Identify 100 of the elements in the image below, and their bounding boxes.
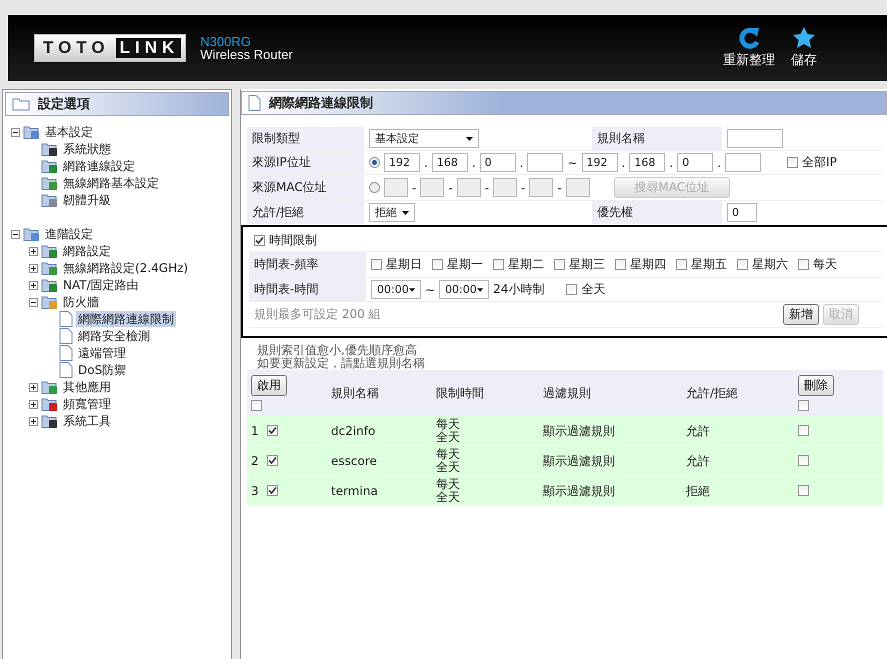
tree-item[interactable]: 其他應用 bbox=[61, 379, 113, 395]
checkbox[interactable] bbox=[787, 157, 798, 168]
tree-item[interactable]: DoS防禦 bbox=[76, 362, 128, 378]
tree-item[interactable]: NAT/固定路由 bbox=[61, 277, 141, 293]
checkbox[interactable] bbox=[493, 259, 504, 270]
rule-name-link[interactable]: termina bbox=[331, 484, 378, 496]
tree-item[interactable]: 無線網路基本設定 bbox=[61, 175, 161, 191]
mac-octet-field[interactable] bbox=[456, 178, 481, 197]
checkbox[interactable] bbox=[615, 259, 626, 270]
collapse-icon[interactable] bbox=[11, 128, 20, 137]
ip-octet-field[interactable] bbox=[527, 153, 564, 172]
table-cell: 每天 全天 bbox=[436, 478, 460, 504]
checkbox[interactable] bbox=[371, 259, 382, 270]
add-button[interactable]: 新增 bbox=[783, 304, 819, 325]
folder-icon bbox=[41, 243, 58, 259]
dash-separator: - bbox=[448, 180, 453, 194]
rule-limit-note: 規則最多可設定 200 組 bbox=[254, 306, 381, 323]
expand-icon[interactable] bbox=[29, 247, 38, 256]
enable-button[interactable]: 啟用 bbox=[251, 375, 287, 396]
end-time-select[interactable]: 00:00 bbox=[439, 280, 490, 299]
checkbox-label: 星期日 bbox=[386, 256, 422, 273]
expand-icon[interactable] bbox=[29, 400, 38, 409]
checkbox[interactable] bbox=[798, 400, 809, 411]
tree-item[interactable]: 網路安全檢測 bbox=[76, 328, 152, 344]
collapse-icon[interactable] bbox=[29, 298, 38, 307]
tree-item[interactable]: 網路設定 bbox=[61, 243, 113, 259]
folder-icon bbox=[41, 379, 58, 395]
start-time-select[interactable]: 00:00 bbox=[371, 280, 421, 299]
range-tilde: ~ bbox=[567, 156, 578, 170]
row-index: 3 bbox=[251, 484, 259, 496]
rule-name-link[interactable]: esscore bbox=[331, 454, 377, 466]
ip-octet-field[interactable]: 192 bbox=[384, 153, 420, 172]
checkbox[interactable] bbox=[266, 485, 278, 496]
rule-name-link[interactable]: dc2info bbox=[331, 424, 376, 436]
radio-button[interactable] bbox=[369, 157, 380, 168]
checkbox[interactable] bbox=[798, 455, 809, 466]
collapse-icon[interactable] bbox=[11, 230, 20, 239]
tree-item[interactable]: 無線網路設定(2.4GHz) bbox=[61, 260, 190, 276]
tree-item[interactable]: 基本設定 bbox=[43, 124, 95, 140]
mac-octet-field[interactable] bbox=[420, 178, 444, 197]
expand-icon[interactable] bbox=[29, 281, 38, 290]
column-header: 規則名稱 bbox=[331, 384, 380, 402]
logo: TOTO LINK bbox=[34, 34, 186, 62]
folder-icon bbox=[41, 396, 58, 412]
tree-item[interactable]: 進階設定 bbox=[43, 226, 95, 242]
mac-octet-field[interactable] bbox=[493, 178, 518, 197]
checkbox[interactable] bbox=[737, 259, 748, 270]
table-cell: 允許 bbox=[686, 424, 710, 436]
tree-item[interactable]: 防火牆 bbox=[61, 294, 101, 310]
ip-octet-field[interactable]: 168 bbox=[629, 153, 666, 172]
mac-octet-field[interactable] bbox=[529, 178, 554, 197]
checkbox[interactable] bbox=[554, 259, 565, 270]
time-format-note: 24小時制 bbox=[493, 281, 544, 298]
checkbox[interactable] bbox=[432, 259, 443, 270]
checkbox[interactable] bbox=[798, 259, 809, 270]
mac-octet-field[interactable] bbox=[566, 178, 590, 197]
checkbox[interactable] bbox=[266, 425, 278, 436]
ip-octet-field[interactable]: 0 bbox=[677, 153, 714, 172]
dropdown-arrow-icon bbox=[466, 136, 473, 140]
tree-item[interactable]: 系統工具 bbox=[61, 413, 113, 429]
checkbox[interactable] bbox=[251, 400, 262, 411]
folder-icon bbox=[41, 192, 58, 208]
ip-octet-field[interactable]: 192 bbox=[582, 153, 618, 172]
ip-octet-field[interactable] bbox=[725, 153, 762, 172]
checkbox[interactable] bbox=[676, 259, 687, 270]
rule-name-field[interactable] bbox=[727, 129, 783, 148]
dot-separator: . bbox=[622, 156, 626, 170]
field-label: 時間表-頻率 bbox=[254, 256, 318, 273]
rule-type-select[interactable]: 基本設定 bbox=[369, 129, 479, 148]
checkbox[interactable] bbox=[798, 485, 809, 496]
tree-item[interactable]: 網際網路連線限制 bbox=[76, 311, 176, 327]
save-button[interactable]: 儲存 bbox=[791, 27, 817, 69]
column-header: 過濾規則 bbox=[543, 384, 592, 402]
refresh-button[interactable]: 重新整理 bbox=[723, 27, 775, 69]
delete-button[interactable]: 刪除 bbox=[798, 375, 834, 396]
checkbox-label: 星期六 bbox=[752, 256, 788, 273]
ip-octet-field[interactable]: 0 bbox=[480, 153, 516, 172]
tree-item[interactable]: 網路連線設定 bbox=[61, 158, 137, 174]
star-icon bbox=[792, 27, 816, 49]
tree-item[interactable]: 韌體升級 bbox=[61, 192, 113, 208]
field-label: 來源MAC位址 bbox=[252, 179, 327, 196]
priority-field[interactable]: 0 bbox=[727, 203, 757, 222]
checkbox[interactable] bbox=[254, 234, 265, 246]
allow-deny-select[interactable]: 拒絕 bbox=[369, 203, 415, 222]
checkbox[interactable] bbox=[798, 425, 809, 436]
radio-button[interactable] bbox=[369, 182, 380, 193]
folder-icon bbox=[41, 260, 58, 276]
expand-icon[interactable] bbox=[29, 264, 38, 273]
ip-octet-field[interactable]: 168 bbox=[432, 153, 468, 172]
expand-icon[interactable] bbox=[29, 383, 38, 392]
checkbox[interactable] bbox=[266, 455, 278, 466]
dash-separator: - bbox=[521, 180, 526, 194]
mac-octet-field[interactable] bbox=[384, 178, 408, 197]
expand-icon[interactable] bbox=[29, 417, 38, 426]
dot-separator: . bbox=[424, 156, 428, 170]
tree-item[interactable]: 遠端管理 bbox=[76, 345, 128, 361]
tree-item[interactable]: 頻寬管理 bbox=[61, 396, 113, 412]
tree-item[interactable]: 系統狀態 bbox=[61, 141, 113, 157]
page-icon bbox=[59, 362, 73, 378]
checkbox[interactable] bbox=[566, 284, 578, 295]
